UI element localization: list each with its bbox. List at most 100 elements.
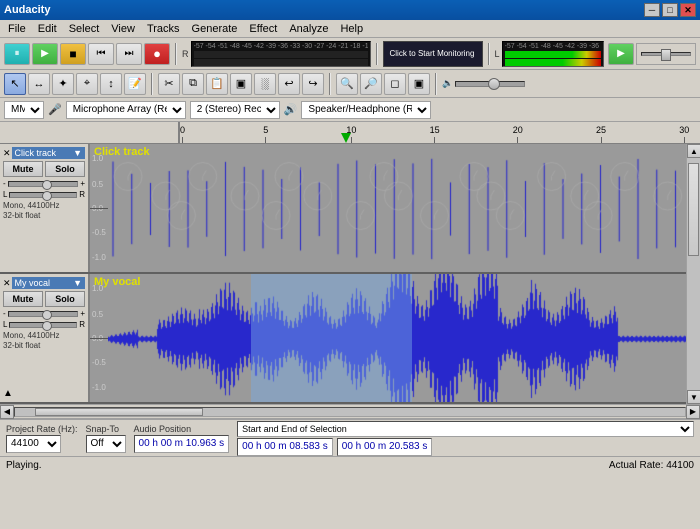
- solo-click-button[interactable]: Solo: [45, 161, 85, 177]
- envelope-tool[interactable]: ↔: [28, 73, 50, 95]
- playback-r-bar: [505, 59, 601, 66]
- track-vocal-waveform[interactable]: My vocal 1.0 0.5 0.0 -0.5 -1.0: [90, 274, 686, 402]
- stop-button[interactable]: ■: [60, 43, 86, 65]
- ruler-mark-5: 5: [263, 125, 268, 143]
- sel-start-value[interactable]: 00 h 00 m 08.583 s: [237, 438, 333, 456]
- mute-vocal-button[interactable]: Mute: [3, 291, 43, 307]
- redo-button[interactable]: ↪: [302, 73, 324, 95]
- zoom-out-button[interactable]: 🔎: [360, 73, 382, 95]
- ruler-left-spacer: [90, 122, 180, 143]
- toolbar-separator2: [376, 43, 378, 65]
- hscroll-left-button[interactable]: ◀: [0, 405, 14, 419]
- project-rate-select[interactable]: 44100: [6, 435, 61, 453]
- menu-file[interactable]: File: [2, 22, 32, 36]
- copy-button[interactable]: ⧉: [182, 73, 204, 95]
- menu-edit[interactable]: Edit: [32, 22, 63, 36]
- skip-start-button[interactable]: ⏮: [88, 43, 114, 65]
- hscroll-right-button[interactable]: ▶: [686, 405, 700, 419]
- close-button[interactable]: ✕: [680, 3, 696, 17]
- pan-vocal-slider[interactable]: [9, 322, 77, 328]
- zoom-fit-button[interactable]: ◻: [384, 73, 406, 95]
- menu-tracks[interactable]: Tracks: [141, 22, 186, 36]
- paste-button[interactable]: 📋: [206, 73, 228, 95]
- hscroll-track[interactable]: [14, 407, 686, 417]
- minimize-button[interactable]: ─: [644, 3, 660, 17]
- maximize-button[interactable]: □: [662, 3, 678, 17]
- vscroll-track[interactable]: [687, 158, 700, 390]
- timeline-ruler[interactable]: 0 5 10 15 20 25 30: [0, 122, 700, 144]
- api-select[interactable]: MME: [4, 101, 44, 119]
- playback-l-bar: [505, 51, 601, 58]
- click-monitor-button[interactable]: Click to Start Monitoring: [383, 41, 483, 67]
- hscrollbar[interactable]: ◀ ▶: [0, 404, 700, 418]
- playback-slider[interactable]: [636, 43, 696, 65]
- gain-click-slider[interactable]: [8, 181, 79, 187]
- selection-header: Start and End of Selection: [237, 421, 694, 437]
- zoom-in-button[interactable]: 🔍: [336, 73, 358, 95]
- ruler-mark-15: 15: [430, 125, 440, 143]
- snap-to-select[interactable]: Off: [86, 435, 126, 453]
- selection-type-select[interactable]: Start and End of Selection: [237, 421, 694, 437]
- ruler-marks-area[interactable]: 0 5 10 15 20 25 30: [180, 122, 700, 143]
- output-device-select[interactable]: Speaker/Headphone (Realts: [301, 101, 431, 119]
- track-vocal-close[interactable]: ✕: [3, 278, 11, 289]
- gain-vocal-slider[interactable]: [8, 311, 79, 317]
- pan-click-slider[interactable]: [9, 192, 77, 198]
- menu-generate[interactable]: Generate: [186, 22, 244, 36]
- gain-thumb[interactable]: [488, 78, 500, 90]
- zoom-tool[interactable]: ⌖: [76, 73, 98, 95]
- transport-toolbar: ⏸ ▶ ■ ⏮ ⏭ ● R -57 -54 -51 -48 -45 -42 -3…: [0, 38, 700, 70]
- toolbar-separator3: [488, 43, 490, 65]
- zoom-sel-button[interactable]: ▣: [408, 73, 430, 95]
- track-click-waveform[interactable]: Click track 1.0 0.5 0.0 -0.5 -1.0: [90, 144, 686, 272]
- playback-meter[interactable]: -57 -54 -51 -48 -45 -42 -39 -36 -33 -30 …: [502, 41, 604, 67]
- menu-view[interactable]: View: [105, 22, 141, 36]
- track-click-close[interactable]: ✕: [3, 148, 11, 159]
- vscroll-down-button[interactable]: ▼: [687, 390, 700, 404]
- menu-bar: File Edit Select View Tracks Generate Ef…: [0, 20, 700, 38]
- vscroll-up-button[interactable]: ▲: [687, 144, 700, 158]
- play-once-button[interactable]: ▶: [608, 43, 634, 65]
- audio-pos-value[interactable]: 00 h 00 m 10.963 s: [134, 435, 230, 453]
- select-tool[interactable]: ↖: [4, 73, 26, 95]
- channels-select[interactable]: 2 (Stereo) Recor: [190, 101, 280, 119]
- track-vocal-title: My vocal: [94, 276, 140, 288]
- track-click-name[interactable]: Click track ▼: [12, 147, 85, 159]
- play-button[interactable]: ▶: [32, 43, 58, 65]
- track-vocal-name[interactable]: My vocal ▼: [12, 277, 85, 289]
- draw-tool[interactable]: ✦: [52, 73, 74, 95]
- input-device-select[interactable]: Microphone Array (Realtek: [66, 101, 186, 119]
- pause-button[interactable]: ⏸: [4, 43, 30, 65]
- menu-effect[interactable]: Effect: [243, 22, 283, 36]
- mute-click-button[interactable]: Mute: [3, 161, 43, 177]
- sel-end-value[interactable]: 00 h 00 m 20.583 s: [337, 438, 433, 456]
- collapse-icon[interactable]: ▲: [3, 388, 13, 399]
- timeshift-tool[interactable]: ↕: [100, 73, 122, 95]
- record-meter[interactable]: -57 -54 -51 -48 -45 -42 -39 -36 -33 -30 …: [191, 41, 371, 67]
- trim-button[interactable]: ▣: [230, 73, 252, 95]
- ruler-mark-20: 20: [513, 125, 523, 143]
- multi-tool[interactable]: 📝: [124, 73, 146, 95]
- track-vocal-header: ✕ My vocal ▼: [3, 277, 85, 289]
- solo-vocal-button[interactable]: Solo: [45, 291, 85, 307]
- menu-analyze[interactable]: Analyze: [283, 22, 334, 36]
- vscroll-thumb[interactable]: [688, 163, 699, 256]
- window-controls: ─ □ ✕: [644, 3, 696, 17]
- record-button[interactable]: ●: [144, 43, 170, 65]
- menu-select[interactable]: Select: [63, 22, 106, 36]
- sep4: [151, 73, 153, 95]
- mic-icon: 🎤: [48, 103, 62, 116]
- audio-pos-label: Audio Position: [134, 424, 230, 434]
- silence-button[interactable]: ░: [254, 73, 276, 95]
- slider-thumb[interactable]: [661, 49, 671, 61]
- hscroll-thumb[interactable]: [35, 408, 203, 416]
- project-rate-group: Project Rate (Hz): 44100: [6, 424, 78, 453]
- statusbar: Project Rate (Hz): 44100 Snap-To Off Aud…: [0, 418, 700, 456]
- gain-slider[interactable]: [455, 76, 525, 92]
- snap-to-group: Snap-To Off: [86, 424, 126, 453]
- cut-button[interactable]: ✂: [158, 73, 180, 95]
- track-vocal-controls: ✕ My vocal ▼ Mute Solo - +: [0, 274, 90, 402]
- undo-button[interactable]: ↩: [278, 73, 300, 95]
- menu-help[interactable]: Help: [334, 22, 369, 36]
- skip-end-button[interactable]: ⏭: [116, 43, 142, 65]
